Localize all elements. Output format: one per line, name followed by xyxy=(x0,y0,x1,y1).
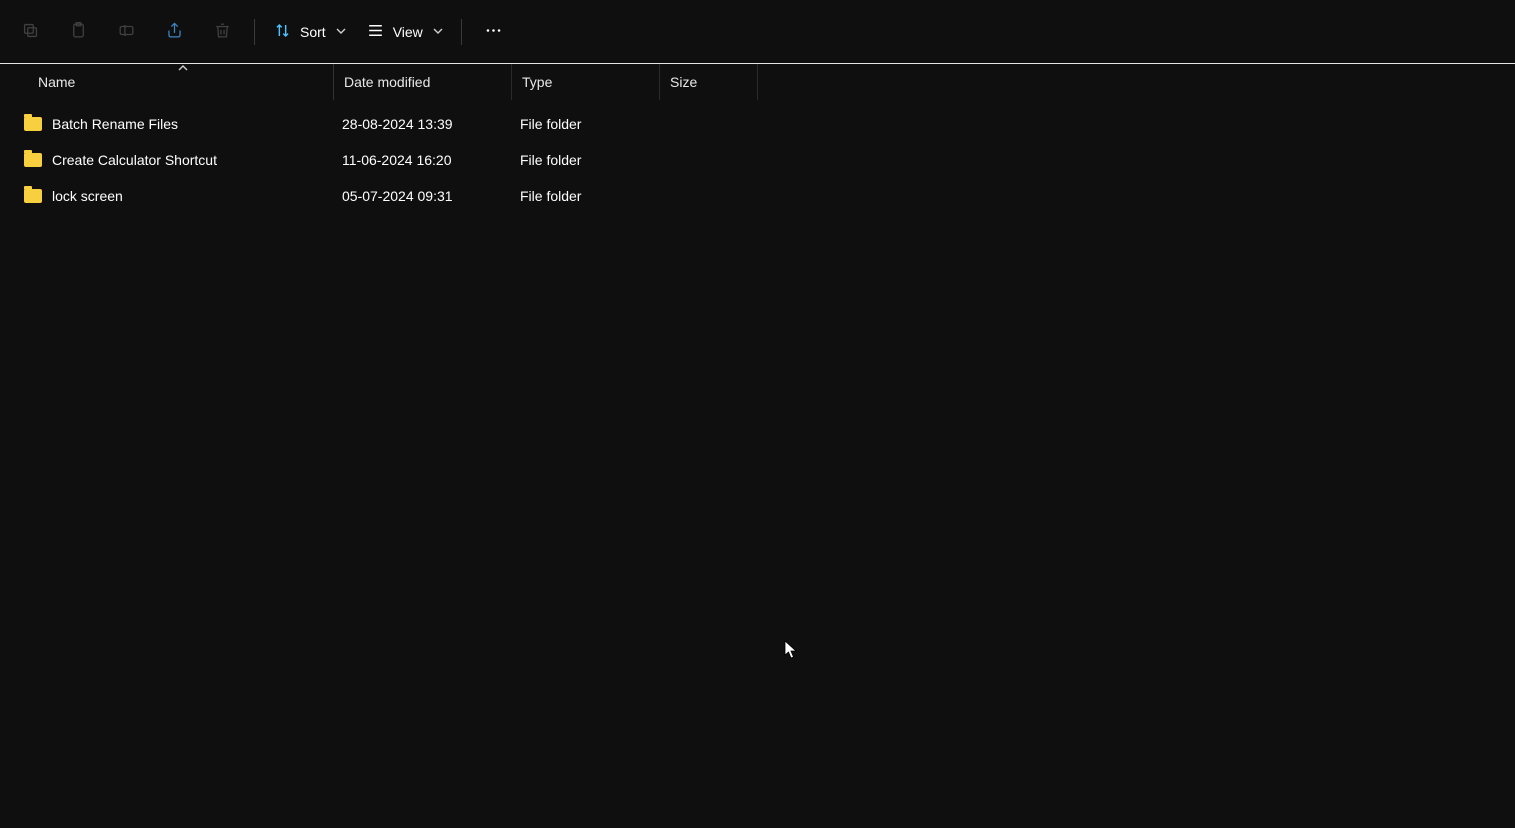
column-header-size[interactable]: Size xyxy=(660,64,758,100)
item-date: 11-06-2024 16:20 xyxy=(334,152,512,168)
column-header-type[interactable]: Type xyxy=(512,64,660,100)
more-icon xyxy=(484,21,503,43)
item-type: File folder xyxy=(512,188,660,204)
view-label: View xyxy=(393,24,423,40)
item-name: Batch Rename Files xyxy=(52,116,178,132)
clipboard-icon xyxy=(69,21,88,43)
more-button[interactable] xyxy=(472,12,516,52)
item-type: File folder xyxy=(512,152,660,168)
sort-label: Sort xyxy=(300,24,326,40)
toolbar: Sort View xyxy=(0,0,1515,64)
share-button[interactable] xyxy=(152,12,196,52)
column-header-date-modified[interactable]: Date modified xyxy=(334,64,512,100)
rename-button[interactable] xyxy=(104,12,148,52)
item-name: Create Calculator Shortcut xyxy=(52,152,217,168)
item-type: File folder xyxy=(512,116,660,132)
toolbar-separator xyxy=(254,19,255,45)
folder-icon xyxy=(24,189,42,203)
item-date: 28-08-2024 13:39 xyxy=(334,116,512,132)
chevron-down-icon xyxy=(433,24,443,39)
paste-button[interactable] xyxy=(56,12,100,52)
list-item[interactable]: Create Calculator Shortcut 11-06-2024 16… xyxy=(0,142,1515,178)
column-headers: Name Date modified Type Size xyxy=(0,64,1515,100)
column-header-name[interactable]: Name xyxy=(0,64,334,100)
item-name: lock screen xyxy=(52,188,123,204)
trash-icon xyxy=(213,21,232,43)
view-button[interactable]: View xyxy=(358,12,451,52)
file-list: Batch Rename Files 28-08-2024 13:39 File… xyxy=(0,100,1515,214)
list-item[interactable]: Batch Rename Files 28-08-2024 13:39 File… xyxy=(0,106,1515,142)
item-date: 05-07-2024 09:31 xyxy=(334,188,512,204)
sort-asc-indicator xyxy=(178,64,188,75)
list-item[interactable]: lock screen 05-07-2024 09:31 File folder xyxy=(0,178,1515,214)
sort-button[interactable]: Sort xyxy=(265,12,354,52)
rename-icon xyxy=(117,21,136,43)
share-icon xyxy=(165,21,184,43)
chevron-down-icon xyxy=(336,24,346,39)
toolbar-separator xyxy=(461,19,462,45)
sort-icon xyxy=(273,21,292,43)
copy-icon xyxy=(21,21,40,43)
cut-button[interactable] xyxy=(8,12,52,52)
delete-button[interactable] xyxy=(200,12,244,52)
mouse-cursor xyxy=(784,640,798,663)
folder-icon xyxy=(24,153,42,167)
view-icon xyxy=(366,21,385,43)
folder-icon xyxy=(24,117,42,131)
